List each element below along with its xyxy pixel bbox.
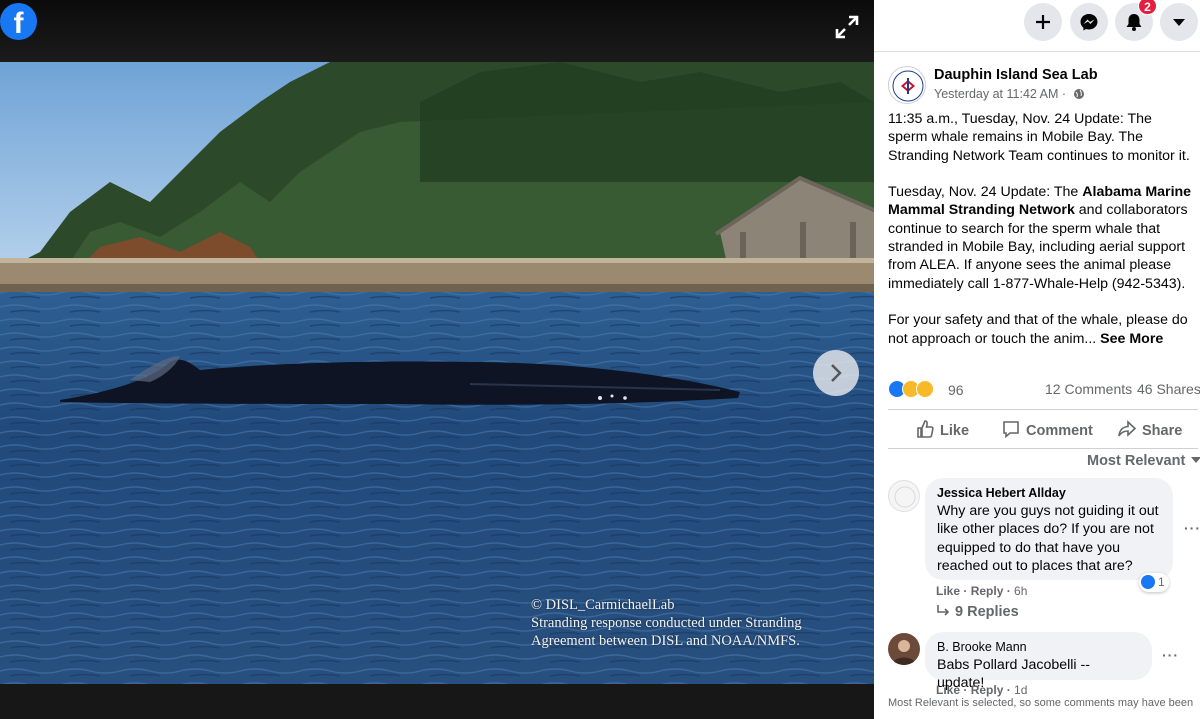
sea-lab-logo-icon [892, 70, 924, 102]
top-actions-bar: 2 [874, 0, 1200, 52]
reaction-count: 96 [948, 382, 964, 398]
create-button[interactable] [1024, 3, 1062, 41]
viewer-top-bar [0, 0, 874, 62]
post-paragraph: 11:35 a.m., Tuesday, Nov. 24 Update: The… [888, 111, 1190, 164]
reply-arrow-icon [937, 605, 950, 616]
share-arrow-icon [1118, 420, 1137, 437]
watermark-line: © DISL_CarmichaelLab [531, 597, 675, 613]
comment-options-button[interactable]: ··· [1184, 520, 1200, 536]
comment-label: Comment [1026, 423, 1093, 439]
comment-meta: Like · Reply · 6h [936, 584, 1028, 598]
comment-options-button[interactable]: ··· [1162, 647, 1179, 663]
notification-count-badge: 2 [1138, 0, 1157, 15]
post-timestamp[interactable]: Yesterday at 11:42 AM · [934, 87, 1085, 101]
photo-viewer: f © DISL_CarmichaelLab Stranding respons… [0, 0, 874, 719]
comment-meta: Like · Reply · 1d [936, 683, 1028, 697]
avatar[interactable] [888, 480, 920, 512]
comment-bubble: Jessica Hebert Allday Why are you guys n… [925, 478, 1173, 580]
page-avatar[interactable] [888, 66, 926, 104]
page-name-link[interactable]: Dauphin Island Sea Lab [934, 67, 1098, 83]
replies-label: 9 Replies [955, 604, 1019, 620]
app-window: f © DISL_CarmichaelLab Stranding respons… [0, 0, 1200, 719]
comment-sort-dropdown[interactable]: Most Relevant [1087, 453, 1200, 469]
comment-bubble: B. Brooke Mann Babs Pollard Jacobelli --… [925, 632, 1152, 691]
comment-time[interactable]: 1d [1014, 683, 1027, 697]
post-panel: 2 Dauphin Island Sea Lab Yesterday at 11… [874, 0, 1200, 719]
plus-icon [1036, 15, 1050, 29]
whale-photo [0, 62, 874, 684]
like-button[interactable]: Like [915, 419, 969, 439]
shares-count-link[interactable]: 46 Shares [1137, 381, 1200, 397]
post-time-text: Yesterday at 11:42 AM · [934, 87, 1067, 101]
comment-reaction-count[interactable]: 1 [1139, 573, 1169, 592]
thumbs-up-icon [917, 420, 934, 438]
comment-reply-link[interactable]: Reply [971, 683, 1004, 697]
like-label: Like [940, 423, 970, 439]
post-paragraph: For your safety and that of the whale, p… [888, 311, 1193, 348]
avatar-placeholder-icon [894, 486, 916, 508]
watermark-line: Stranding response conducted under Stran… [531, 615, 802, 631]
comment-time[interactable]: 6h [1014, 584, 1027, 598]
sort-label: Most Relevant [1087, 453, 1186, 469]
caret-down-icon [1173, 19, 1185, 26]
viewer-bottom-bar [0, 684, 874, 719]
care-reaction-icon [916, 380, 934, 398]
comment-author[interactable]: Jessica Hebert Allday [937, 486, 1161, 500]
post-body: 11:35 a.m., Tuesday, Nov. 24 Update: The… [888, 110, 1193, 366]
messenger-icon [1080, 14, 1098, 31]
comment-like-link[interactable]: Like [936, 683, 960, 697]
bell-icon [1126, 14, 1142, 31]
whale-photo-image [0, 62, 874, 684]
facebook-logo-icon[interactable]: f [0, 3, 37, 40]
post-action-bar: Like Comment Share [888, 409, 1198, 449]
filter-notice: Most Relevant is selected, so some comme… [888, 697, 1194, 709]
comment-reply-link[interactable]: Reply [971, 584, 1004, 598]
user-photo-icon [892, 640, 916, 665]
post-paragraph: Tuesday, Nov. 24 Update: The Alabama Mar… [888, 183, 1193, 293]
comment-button[interactable]: Comment [1001, 419, 1093, 439]
photo-watermark: © DISL_CarmichaelLab Stranding response … [531, 596, 851, 650]
avatar[interactable] [888, 633, 920, 665]
post-text-span: Tuesday, Nov. 24 Update: The [888, 184, 1083, 201]
comment-author[interactable]: B. Brooke Mann [937, 640, 1140, 654]
globe-icon [1073, 89, 1084, 99]
watermark-line: Agreement between DISL and NOAA/NMFS. [531, 633, 800, 649]
like-reaction-icon [1141, 575, 1155, 589]
see-more-link[interactable]: See More [1100, 331, 1163, 347]
comment-like-link[interactable]: Like [936, 584, 960, 598]
view-replies-link[interactable]: 9 Replies [936, 604, 1019, 620]
chevron-right-icon [831, 364, 842, 382]
expand-icon[interactable] [834, 14, 860, 40]
caret-down-icon [1191, 457, 1200, 463]
comments-count-link[interactable]: 12 Comments [1045, 381, 1132, 397]
messenger-button[interactable] [1070, 3, 1108, 41]
comment-reaction-number: 1 [1158, 575, 1165, 589]
share-label: Share [1142, 423, 1183, 439]
share-button[interactable]: Share [1117, 419, 1182, 439]
comment-text: Why are you guys not guiding it out like… [937, 503, 1159, 574]
next-photo-button[interactable] [813, 350, 859, 396]
account-menu-button[interactable] [1160, 3, 1198, 41]
comment-icon [1003, 421, 1019, 439]
